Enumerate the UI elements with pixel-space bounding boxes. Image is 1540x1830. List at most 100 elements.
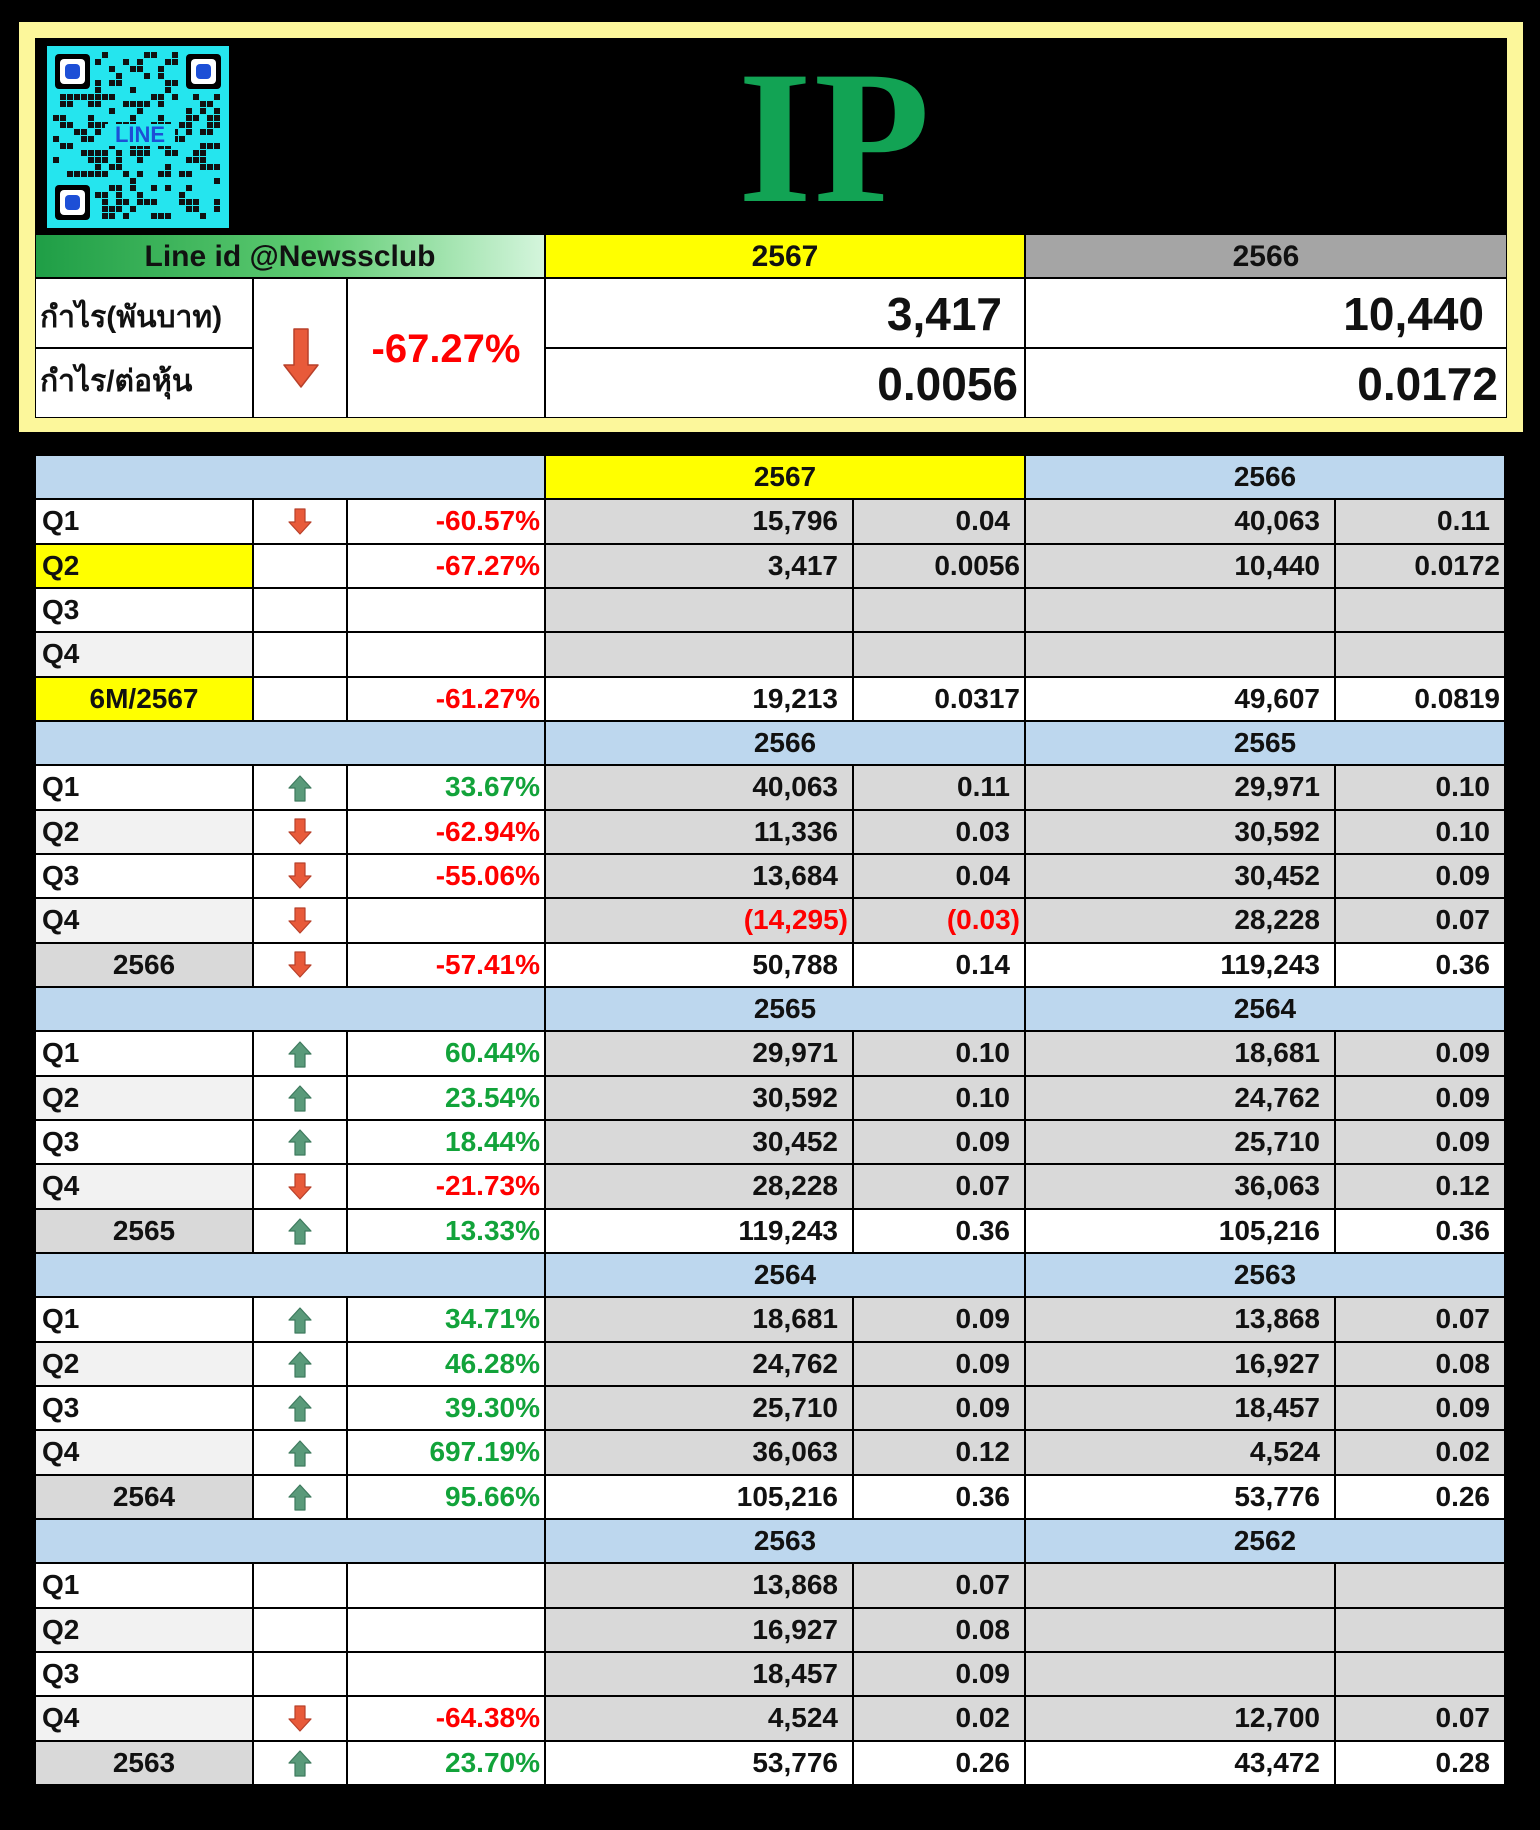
eps-year-a: 0.04 xyxy=(853,854,1025,898)
eps-year-a: 0.07 xyxy=(853,1563,1025,1608)
profit-label: กำไร(พันบาท) xyxy=(35,278,253,348)
profit-year-b: 25,710 xyxy=(1025,1120,1335,1164)
arrow-down-icon xyxy=(288,951,312,978)
line-qr-code[interactable]: LINE xyxy=(47,46,229,228)
trend-cell xyxy=(253,1031,347,1076)
header-inner: LINE IP Line id @Newssclub 2567 2566 กำไ… xyxy=(35,38,1507,418)
eps-year-a xyxy=(853,632,1025,677)
eps-year-a: 0.09 xyxy=(853,1342,1025,1386)
eps-year-a: 0.09 xyxy=(853,1386,1025,1430)
row-label: 2564 xyxy=(35,1475,253,1519)
eps-year-b: 0.28 xyxy=(1335,1741,1505,1785)
arrow-up-icon xyxy=(288,1395,312,1422)
eps-year-a: 0.03 xyxy=(853,810,1025,854)
profit-year-a xyxy=(545,632,853,677)
eps-year-b: 0.08 xyxy=(1335,1342,1505,1386)
profit-year-a: 15,796 xyxy=(545,499,853,544)
profit-year-a: 18,681 xyxy=(545,1297,853,1342)
eps-year-a: 0.26 xyxy=(853,1741,1025,1785)
eps-year-a: 0.02 xyxy=(853,1696,1025,1741)
change-pct: 13.33% xyxy=(347,1209,545,1253)
row-label: Q3 xyxy=(35,588,253,632)
year-previous-header: 2566 xyxy=(1025,234,1507,278)
eps-year-b xyxy=(1335,1608,1505,1652)
change-pct: 23.70% xyxy=(347,1741,545,1785)
arrow-up-icon xyxy=(288,1484,312,1511)
arrow-up-icon xyxy=(288,1351,312,1378)
arrow-down-icon xyxy=(288,1172,312,1200)
profit-year-a: 24,762 xyxy=(545,1342,853,1386)
row-label: 6M/2567 xyxy=(35,677,253,721)
eps-year-a: 0.08 xyxy=(853,1608,1025,1652)
trend-cell xyxy=(253,854,347,898)
change-pct: -67.27% xyxy=(347,544,545,588)
row-label: Q1 xyxy=(35,499,253,544)
eps-year-b: 0.09 xyxy=(1335,1076,1505,1120)
eps-year-b: 0.10 xyxy=(1335,765,1505,810)
profit-year-a: 18,457 xyxy=(545,1652,853,1696)
section-year-a: 2567 xyxy=(545,455,1025,499)
profit-year-a: 11,336 xyxy=(545,810,853,854)
profit-year-b: 30,452 xyxy=(1025,854,1335,898)
trend-cell xyxy=(253,810,347,854)
section-year-b: 2563 xyxy=(1025,1253,1505,1297)
row-label: Q2 xyxy=(35,1342,253,1386)
trend-cell xyxy=(253,1696,347,1741)
arrow-down-icon xyxy=(288,906,312,934)
eps-year-b: 0.12 xyxy=(1335,1164,1505,1209)
eps-year-b: 0.09 xyxy=(1335,854,1505,898)
section-year-b: 2565 xyxy=(1025,721,1505,765)
trend-cell xyxy=(253,1209,347,1253)
profit-year-b xyxy=(1025,1563,1335,1608)
eps-year-b: 0.02 xyxy=(1335,1430,1505,1475)
section-header-blank xyxy=(35,455,545,499)
trend-cell xyxy=(253,677,347,721)
profit-year-b xyxy=(1025,588,1335,632)
change-pct xyxy=(347,1652,545,1696)
row-label: Q2 xyxy=(35,544,253,588)
eps-year-b: 0.10 xyxy=(1335,810,1505,854)
profit-year-b: 18,457 xyxy=(1025,1386,1335,1430)
row-label: 2565 xyxy=(35,1209,253,1253)
summary-trend-cell xyxy=(253,278,347,418)
change-pct xyxy=(347,898,545,943)
row-label: Q1 xyxy=(35,765,253,810)
change-pct: -60.57% xyxy=(347,499,545,544)
eps-year-a: 0.09 xyxy=(853,1297,1025,1342)
eps-year-a: 0.04 xyxy=(853,499,1025,544)
arrow-down-icon xyxy=(288,862,312,889)
header-panel: LINE IP Line id @Newssclub 2567 2566 กำไ… xyxy=(19,22,1523,432)
eps-year-b: 0.07 xyxy=(1335,1696,1505,1741)
section-year-b: 2564 xyxy=(1025,987,1505,1031)
eps-year-b: 0.0819 xyxy=(1335,677,1505,721)
trend-cell xyxy=(253,588,347,632)
eps-year-b xyxy=(1335,632,1505,677)
section-year-a: 2564 xyxy=(545,1253,1025,1297)
eps-year-a: 0.07 xyxy=(853,1164,1025,1209)
profit-year-a: 30,452 xyxy=(545,1120,853,1164)
trend-cell xyxy=(253,1164,347,1209)
arrow-up-icon xyxy=(288,774,312,802)
profit-year-a: 40,063 xyxy=(545,765,853,810)
eps-year-a: (0.03) xyxy=(853,898,1025,943)
profit-year-a: 119,243 xyxy=(545,1209,853,1253)
change-pct: 33.67% xyxy=(347,765,545,810)
trend-cell xyxy=(253,1475,347,1519)
change-pct: -62.94% xyxy=(347,810,545,854)
profit-year-a: 36,063 xyxy=(545,1430,853,1475)
arrow-up-icon xyxy=(288,1129,312,1156)
profit-year-b: 36,063 xyxy=(1025,1164,1335,1209)
section-year-b: 2562 xyxy=(1025,1519,1505,1563)
eps-year-a: 0.09 xyxy=(853,1652,1025,1696)
profit-year-a: 28,228 xyxy=(545,1164,853,1209)
line-id-banner: Line id @Newssclub xyxy=(35,234,545,278)
eps-year-a: 0.14 xyxy=(853,943,1025,987)
trend-cell xyxy=(253,765,347,810)
stock-ticker: IP xyxy=(738,33,932,243)
arrow-up-icon xyxy=(288,1085,312,1112)
trend-cell xyxy=(253,544,347,588)
profit-year-a: 105,216 xyxy=(545,1475,853,1519)
trend-cell xyxy=(253,898,347,943)
profit-year-a: 19,213 xyxy=(545,677,853,721)
arrow-down-icon xyxy=(288,818,312,845)
